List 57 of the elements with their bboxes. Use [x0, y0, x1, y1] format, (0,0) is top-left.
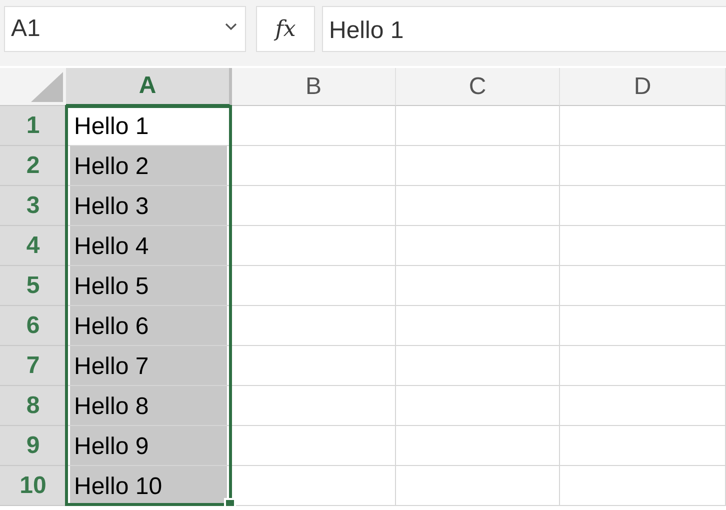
empty-cell[interactable]	[560, 386, 726, 426]
table-cell[interactable]: Hello 5	[70, 266, 227, 305]
empty-cell[interactable]	[560, 306, 726, 346]
table-cell[interactable]: Hello 4	[70, 226, 227, 265]
empty-cell[interactable]	[396, 306, 560, 346]
empty-cell[interactable]	[560, 186, 726, 226]
table-cell[interactable]: Hello 2	[70, 146, 227, 185]
empty-cell[interactable]	[232, 306, 396, 346]
row-header[interactable]: 3	[0, 186, 66, 226]
row-header[interactable]: 10	[0, 466, 66, 506]
table-cell[interactable]: Hello 8	[70, 386, 227, 425]
table-cell[interactable]: Hello 3	[70, 186, 227, 225]
empty-cell[interactable]	[560, 146, 726, 186]
formula-field[interactable]: Hello 1	[322, 6, 726, 52]
row-header[interactable]: 5	[0, 266, 66, 306]
select-all-icon[interactable]	[31, 72, 63, 102]
empty-cell[interactable]	[396, 466, 560, 506]
column-header[interactable]: A	[66, 68, 232, 106]
empty-cell[interactable]	[560, 466, 726, 506]
empty-cell[interactable]	[232, 266, 396, 306]
empty-cell[interactable]	[560, 346, 726, 386]
table-cell[interactable]: Hello 9	[70, 426, 227, 465]
empty-cell[interactable]	[232, 226, 396, 266]
empty-cell[interactable]	[396, 106, 560, 146]
empty-cell[interactable]	[232, 426, 396, 466]
caret-icon	[225, 23, 237, 31]
empty-cell[interactable]	[396, 186, 560, 226]
table-cell[interactable]: Hello 6	[70, 306, 227, 345]
column-header[interactable]: B	[232, 68, 396, 106]
row-header[interactable]: 4	[0, 226, 66, 266]
empty-cell[interactable]	[232, 146, 396, 186]
column-header[interactable]: D	[560, 68, 726, 106]
column-header[interactable]: C	[396, 68, 560, 106]
row-header[interactable]: 6	[0, 306, 66, 346]
empty-cell[interactable]	[396, 346, 560, 386]
row-header[interactable]: 9	[0, 426, 66, 466]
table-cell[interactable]: Hello 10	[70, 466, 227, 505]
name-box[interactable]: A1	[4, 6, 246, 52]
empty-cell[interactable]	[396, 386, 560, 426]
empty-cell[interactable]	[396, 266, 560, 306]
empty-cell[interactable]	[560, 266, 726, 306]
row-header[interactable]: 8	[0, 386, 66, 426]
empty-cell[interactable]	[560, 106, 726, 146]
row-header[interactable]: 2	[0, 146, 66, 186]
empty-cell[interactable]	[232, 346, 396, 386]
table-cell[interactable]: Hello 7	[70, 346, 227, 385]
row-header[interactable]: 7	[0, 346, 66, 386]
empty-cell[interactable]	[232, 386, 396, 426]
empty-cell[interactable]	[560, 426, 726, 466]
function-button[interactable]: fx	[256, 6, 315, 52]
empty-cell[interactable]	[396, 146, 560, 186]
empty-cell[interactable]	[232, 106, 396, 146]
row-header[interactable]: 1	[0, 106, 66, 146]
empty-cell[interactable]	[560, 226, 726, 266]
empty-cell[interactable]	[396, 426, 560, 466]
empty-cell[interactable]	[232, 186, 396, 226]
empty-cell[interactable]	[396, 226, 560, 266]
